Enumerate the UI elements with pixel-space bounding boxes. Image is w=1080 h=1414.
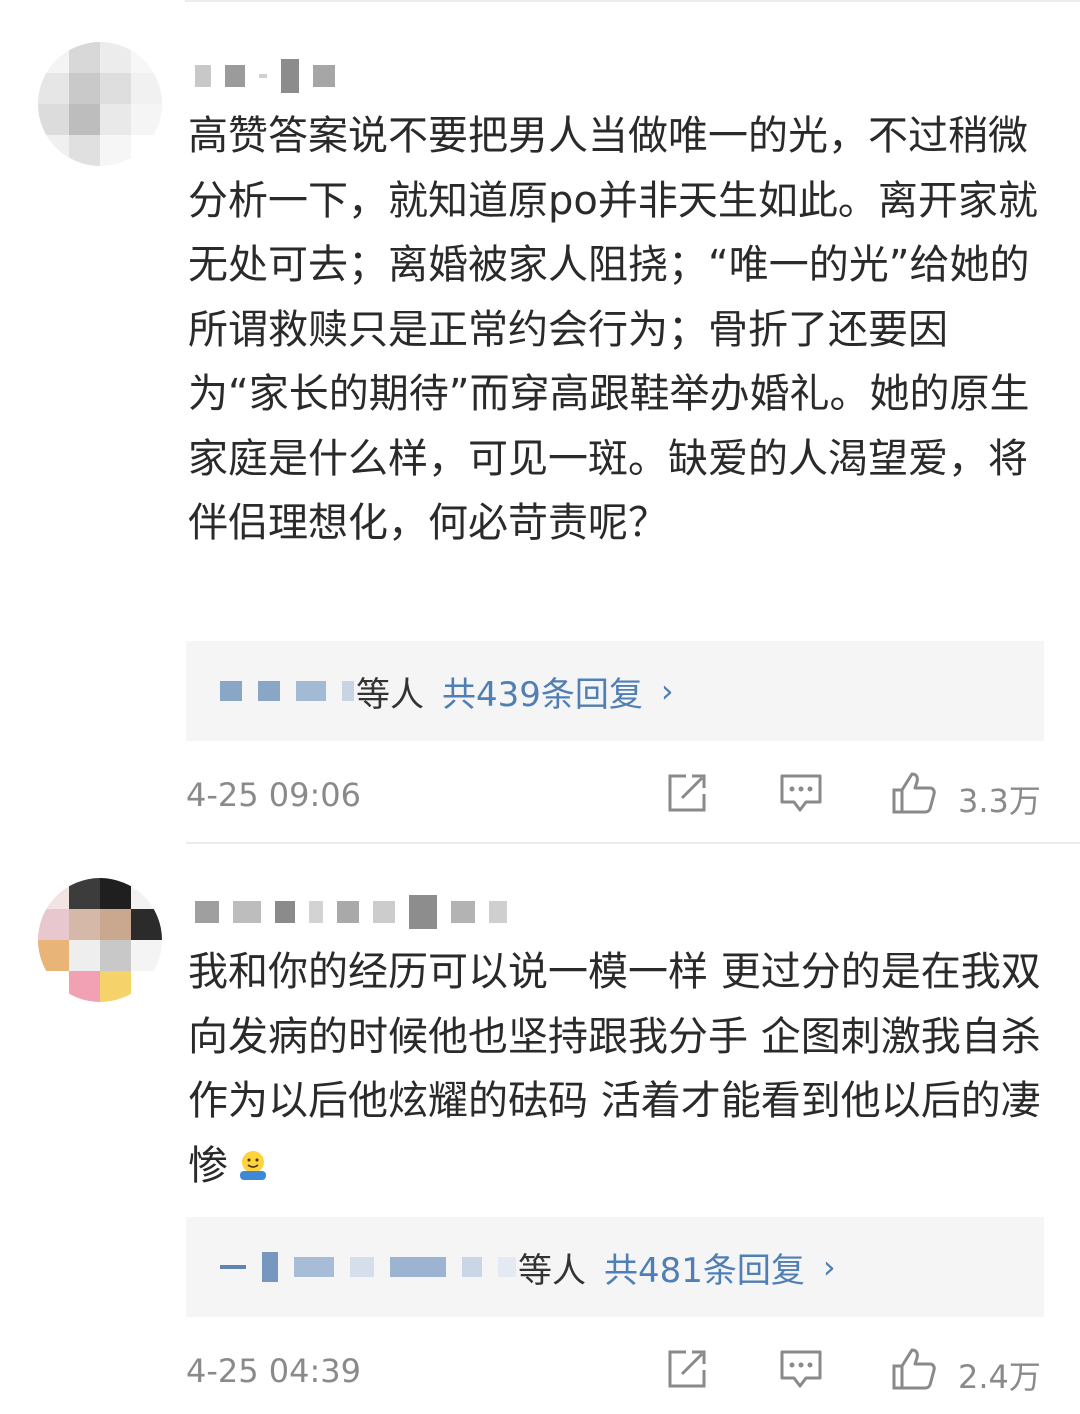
- comment-text-body: 我和你的经历可以说一模一样 更过分的是在我双向发病的时候他也坚持跟我分手 企图刺…: [188, 949, 1041, 1189]
- comment-icon[interactable]: [778, 1346, 824, 1392]
- share-icon[interactable]: [664, 1346, 710, 1392]
- replier-names-redacted: [220, 1252, 516, 1282]
- username-redacted[interactable]: [195, 892, 507, 932]
- chevron-right-icon: ›: [822, 1248, 836, 1286]
- replies-suffix: 等人: [518, 1250, 586, 1291]
- comment-item: 我和你的经历可以说一模一样 更过分的是在我双向发病的时候他也坚持跟我分手 企图刺…: [0, 0, 1080, 1414]
- timestamp: 4-25 04:39: [186, 1352, 362, 1390]
- thumbs-up-icon[interactable]: [890, 1346, 938, 1392]
- hug-emoji: [240, 1150, 266, 1180]
- replies-count-link[interactable]: 共481条回复: [604, 1243, 805, 1292]
- replies-summary[interactable]: 等人 共481条回复 ›: [186, 1217, 1044, 1317]
- comment-meta: 4-25 04:39 2.4万: [186, 1346, 1046, 1396]
- avatar[interactable]: [38, 878, 162, 1002]
- comment-text: 我和你的经历可以说一模一样 更过分的是在我双向发病的时候他也坚持跟我分手 企图刺…: [188, 940, 1048, 1198]
- like-count: 2.4万: [958, 1358, 1041, 1396]
